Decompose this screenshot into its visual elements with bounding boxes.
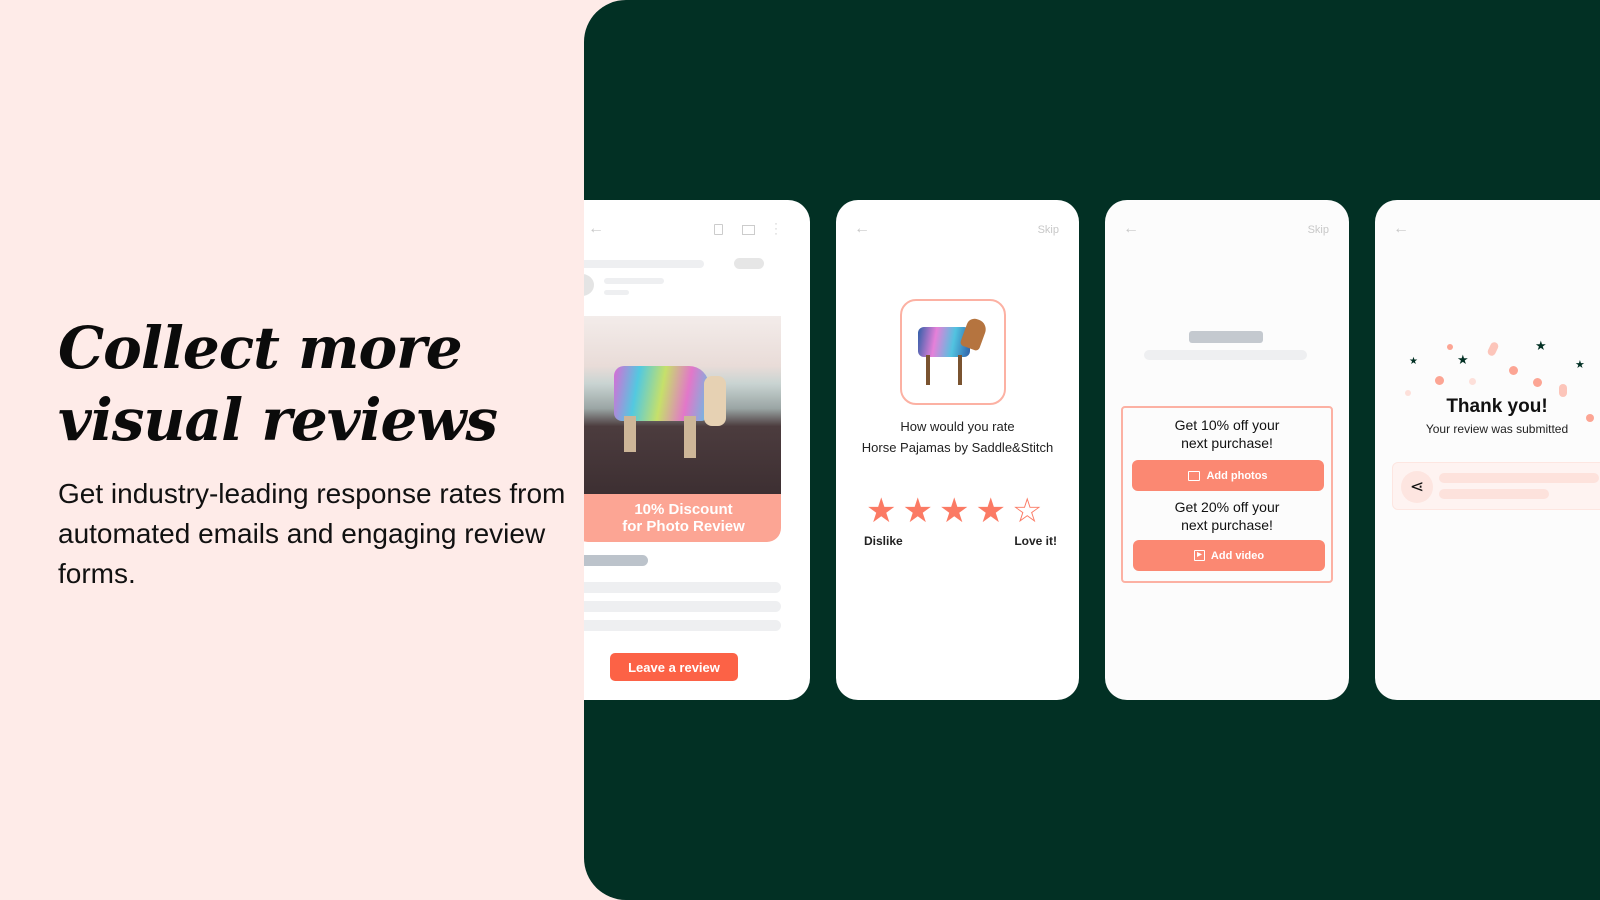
banner-line-1: 10% Discount: [634, 501, 733, 518]
placeholder-bar: [584, 260, 704, 268]
hero: Collect more visual reviews Get industry-…: [58, 312, 578, 594]
thanks-subtitle: Your review was submitted: [1425, 422, 1569, 436]
star-empty-icon[interactable]: ☆: [1012, 494, 1042, 528]
star-icon: ★: [1535, 338, 1547, 353]
dislike-label: Dislike: [864, 534, 903, 548]
media-card: ← Skip Get 10% off your next purchase! A…: [1105, 200, 1349, 700]
mail-icon[interactable]: [742, 225, 755, 235]
offer-1-line-1: Get 10% off your: [1174, 417, 1280, 433]
rating-card: ← Skip How would you rate Horse Pajamas …: [836, 200, 1079, 700]
share-icon[interactable]: ⋖: [1401, 471, 1433, 503]
star-filled-icon[interactable]: ★: [902, 494, 932, 528]
add-photos-button[interactable]: Add photos: [1132, 460, 1324, 491]
thanks-title: Thank you!: [1446, 396, 1548, 417]
offer-2: Get 20% off your next purchase!: [1123, 498, 1331, 534]
headline-line-2: visual reviews: [58, 386, 498, 454]
star-rating[interactable]: ★ ★ ★ ★ ☆: [866, 494, 1042, 528]
placeholder-bar: [584, 555, 648, 566]
placeholder-bar: [584, 601, 781, 612]
showcase-panel: ← · · · 10% Discount for Photo Review Leav…: [584, 0, 1600, 900]
placeholder-tag: [734, 258, 764, 269]
discount-banner: 10% Discount for Photo Review: [584, 494, 781, 542]
product-thumbnail: [900, 299, 1006, 405]
placeholder-bar: [1439, 489, 1549, 499]
add-video-button[interactable]: ▶ Add video: [1133, 540, 1325, 571]
arrow-left-icon[interactable]: ←: [854, 220, 870, 238]
share-box[interactable]: ⋖: [1392, 462, 1600, 510]
star-icon: ★: [1457, 352, 1469, 367]
thanks-card: ← ★ ★ ★ ★ Thank you! Your review was sub…: [1375, 200, 1600, 700]
placeholder-bar: [1439, 473, 1599, 483]
placeholder-bar: [1189, 331, 1263, 343]
avatar: [584, 274, 594, 296]
leave-review-button[interactable]: Leave a review: [610, 653, 738, 681]
rating-question: How would you rate Horse Pajamas by Sadd…: [836, 416, 1079, 458]
placeholder-bar: [584, 620, 781, 631]
star-filled-icon[interactable]: ★: [939, 494, 969, 528]
headline: Collect more visual reviews: [58, 312, 578, 456]
headline-line-1: Collect more: [58, 314, 463, 382]
arrow-left-icon[interactable]: ←: [1123, 220, 1139, 238]
arrow-left-icon[interactable]: ←: [588, 220, 604, 238]
image-icon: [1188, 470, 1201, 481]
offer-2-line-1: Get 20% off your: [1174, 499, 1280, 515]
placeholder-bar: [1144, 350, 1307, 360]
star-filled-icon[interactable]: ★: [866, 494, 896, 528]
trash-icon[interactable]: [714, 224, 723, 235]
offer-box: Get 10% off your next purchase! Add phot…: [1121, 406, 1333, 583]
subtitle: Get industry-leading response rates from…: [58, 478, 566, 589]
skip-button[interactable]: Skip: [1308, 224, 1329, 236]
add-photos-label: Add photos: [1206, 469, 1268, 482]
placeholder-bar: [604, 290, 629, 295]
star-icon: ★: [1409, 356, 1418, 367]
video-icon: ▶: [1193, 550, 1205, 561]
horse-photo: [584, 316, 781, 494]
question-line-1: How would you rate: [900, 419, 1015, 434]
offer-2-line-2: next purchase!: [1181, 517, 1273, 533]
star-icon: ★: [1575, 359, 1585, 371]
placeholder-bar: [584, 582, 781, 593]
skip-button[interactable]: Skip: [1038, 224, 1059, 236]
offer-1-line-2: next purchase!: [1181, 435, 1273, 451]
star-filled-icon[interactable]: ★: [975, 494, 1005, 528]
love-it-label: Love it!: [1014, 534, 1057, 548]
question-line-2: Horse Pajamas by Saddle&Stitch: [861, 440, 1054, 455]
more-vertical-icon[interactable]: · · ·: [774, 217, 778, 239]
banner-line-2: for Photo Review: [622, 518, 745, 535]
email-card: ← · · · 10% Discount for Photo Review Leav…: [584, 200, 810, 700]
add-video-label: Add video: [1210, 549, 1265, 562]
arrow-left-icon[interactable]: ←: [1393, 220, 1409, 238]
placeholder-bar: [604, 278, 664, 284]
